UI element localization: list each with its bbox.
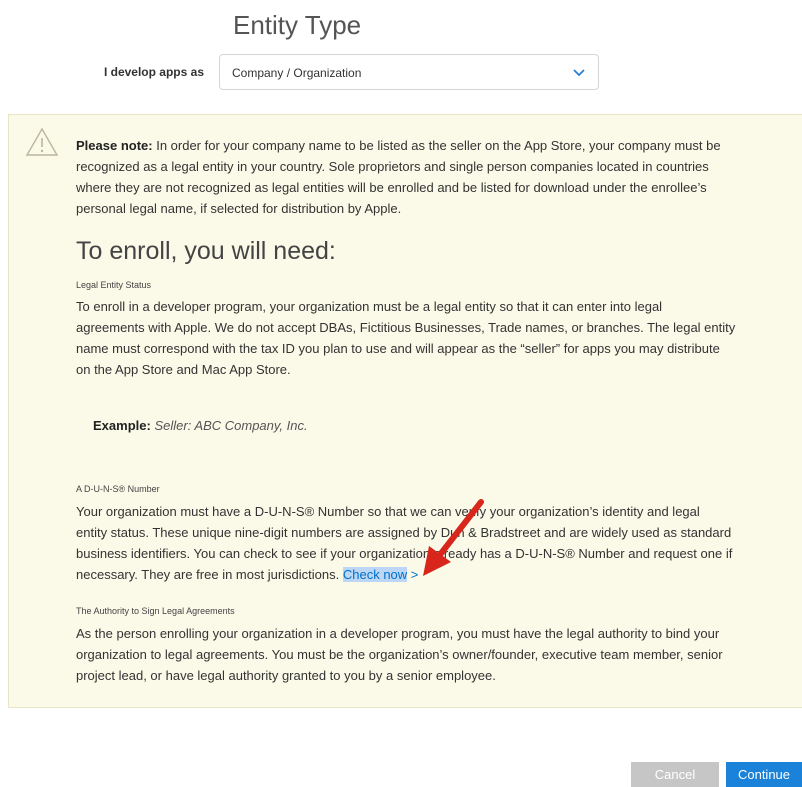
note-line: Please note: In order for your company n… (76, 135, 786, 156)
legal-entity-text: To enroll in a developer program, your o… (76, 296, 796, 380)
check-now-link[interactable]: Check now (342, 567, 408, 582)
note-line: where they are not recognized as legal e… (76, 180, 707, 195)
authority-line: As the person enrolling your organizatio… (76, 626, 720, 641)
duns-last-line: necessary. They are free in most jurisdi… (76, 567, 343, 582)
note-line: personal legal name, if selected for dis… (76, 201, 402, 216)
red-arrow-annotation (423, 499, 484, 576)
legal-line: agreements with Apple. We do not accept … (76, 320, 736, 335)
legal-line: on the App Store and Mac App Store. (76, 362, 291, 377)
example-text: Example: Seller: ABC Company, Inc. (93, 418, 308, 433)
entity-type-select[interactable]: Company / Organization (219, 54, 599, 90)
note-line-text: In order for your company name to be lis… (152, 138, 721, 153)
legal-line: To enroll in a developer program, your o… (76, 299, 663, 314)
develop-as-label: I develop apps as (103, 65, 204, 79)
duns-title: A D-U-N-S® Number (76, 484, 160, 494)
page-title: Entity Type (233, 10, 362, 40)
warning-icon (25, 127, 59, 156)
example-label: Example: (93, 418, 151, 433)
authority-title: The Authority to Sign Legal Agreements (76, 606, 235, 616)
please-note-text: Please note: In order for your company n… (76, 135, 786, 219)
entity-type-value: Company / Organization (232, 66, 362, 80)
chevron-down-icon (573, 69, 585, 77)
example-value: Seller: ABC Company, Inc. (154, 418, 308, 433)
legal-entity-title: Legal Entity Status (76, 280, 152, 290)
authority-text: As the person enrolling your organizatio… (76, 623, 800, 686)
note-bold: Please note: (76, 138, 153, 153)
cancel-button[interactable]: Cancel (631, 762, 719, 787)
legal-line: name must correspond with the tax ID you… (76, 341, 720, 356)
enroll-heading: To enroll, you will need: (76, 237, 336, 265)
authority-line: organization to legal agreements. You mu… (76, 647, 723, 662)
authority-line: project lead, or have legal authority gr… (76, 668, 496, 683)
continue-button[interactable]: Continue (726, 762, 802, 787)
note-line: recognized as a legal entity in your cou… (76, 159, 709, 174)
